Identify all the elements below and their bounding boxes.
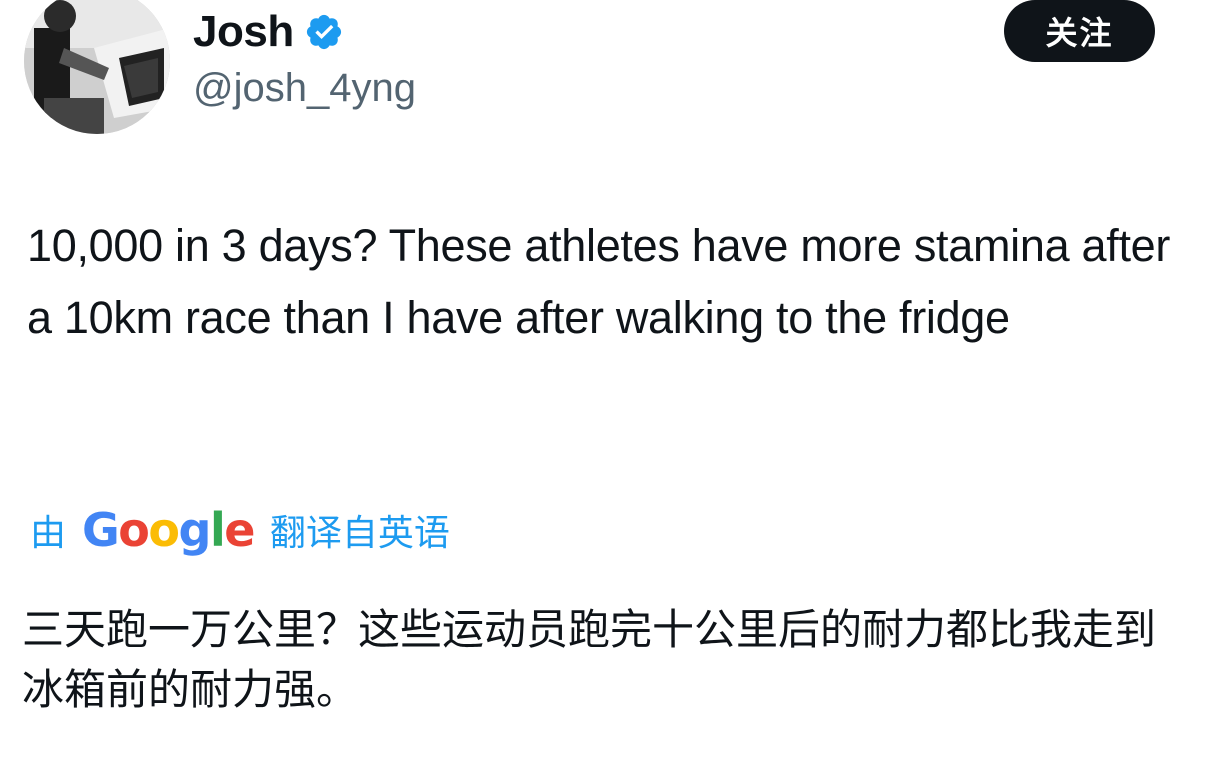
translation-prefix: 由: [30, 513, 67, 554]
google-logo-icon: Google: [82, 503, 255, 557]
google-letter: g: [178, 503, 212, 557]
google-letter: l: [209, 503, 226, 557]
translation-suffix: 翻译自英语: [269, 513, 450, 554]
author-handle[interactable]: @josh_4yng: [193, 66, 416, 111]
google-letter: e: [224, 503, 255, 557]
translated-tweet-text: 三天跑一万公里？这些运动员跑完十公里后的耐力都比我走到冰箱前的耐力强。: [22, 605, 1157, 714]
google-letter: o: [148, 503, 180, 557]
author-name-row[interactable]: Josh: [193, 4, 344, 60]
verified-badge-icon: [304, 12, 344, 52]
google-letter: o: [118, 503, 150, 557]
google-letter: G: [82, 503, 120, 557]
translation-attribution[interactable]: 由 Google 翻译自英语: [30, 498, 450, 562]
avatar[interactable]: [24, 0, 170, 134]
avatar-photo-icon: [24, 0, 170, 134]
author-display-name[interactable]: Josh: [193, 7, 294, 57]
tweet-text: 10,000 in 3 days? These athletes have mo…: [27, 220, 1171, 343]
follow-button[interactable]: 关注: [1004, 0, 1155, 62]
